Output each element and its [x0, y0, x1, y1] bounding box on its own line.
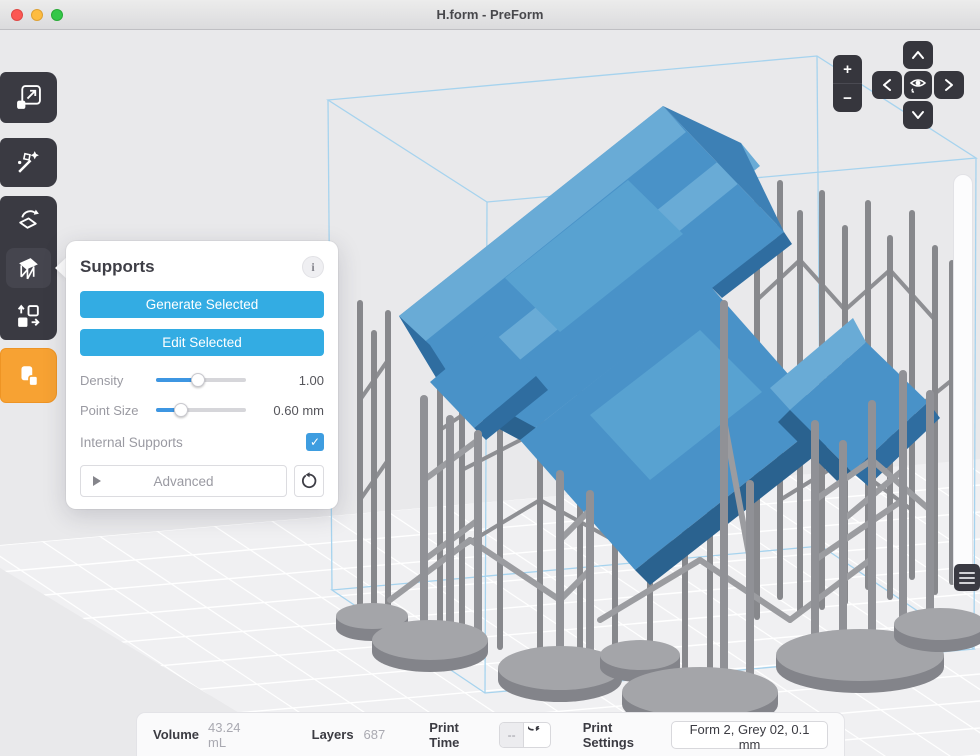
chevron-right-icon [944, 78, 954, 92]
zoom-control: + − [833, 55, 862, 112]
density-slider[interactable] [156, 373, 246, 387]
eye-orbit-icon [908, 76, 928, 94]
print-button[interactable] [0, 348, 57, 403]
chevron-left-icon [882, 78, 892, 92]
point-size-slider-knob[interactable] [174, 403, 188, 417]
internal-supports-checkbox[interactable]: ✓ [306, 433, 324, 451]
density-value: 1.00 [246, 373, 324, 388]
layers-icon [959, 572, 975, 574]
pan-left-button[interactable] [872, 71, 902, 99]
chevron-down-icon [911, 110, 925, 120]
density-label: Density [80, 373, 154, 388]
supports-icon [15, 255, 42, 282]
zoom-in-button[interactable]: + [833, 55, 862, 84]
layer-view-button[interactable] [954, 564, 980, 591]
scale-icon [15, 84, 42, 111]
titlebar: H.form - PreForm [0, 0, 980, 30]
pan-up-button[interactable] [903, 41, 933, 69]
density-slider-knob[interactable] [191, 373, 205, 387]
print-settings-label: Print Settings [583, 720, 660, 750]
rotate-icon [15, 207, 42, 234]
layers-value: 687 [364, 727, 386, 742]
layout-button[interactable] [0, 292, 57, 340]
panel-title: Supports [80, 257, 155, 277]
supports-panel: Supports i Generate Selected Edit Select… [66, 241, 338, 509]
supports-button[interactable] [0, 244, 57, 292]
generate-selected-button[interactable]: Generate Selected [80, 291, 324, 318]
print-time-value: -- [500, 723, 524, 747]
size-scale-button[interactable] [0, 72, 57, 123]
print-time-label: Print Time [429, 720, 487, 750]
tool-group [0, 196, 57, 340]
advanced-button[interactable]: Advanced [80, 465, 287, 497]
volume-value: 43.24 mL [208, 720, 258, 750]
edit-selected-button[interactable]: Edit Selected [80, 329, 324, 356]
info-icon[interactable]: i [302, 256, 324, 278]
reset-undo-icon [300, 472, 318, 490]
status-bar: Volume 43.24 mL Layers 687 Print Time --… [136, 712, 845, 756]
orient-button[interactable] [0, 196, 57, 244]
density-row: Density 1.00 [80, 370, 324, 390]
pan-down-button[interactable] [903, 101, 933, 129]
point-size-slider[interactable] [156, 403, 246, 417]
volume-label: Volume [153, 727, 199, 742]
refresh-icon [528, 726, 545, 743]
point-size-row: Point Size 0.60 mm [80, 400, 324, 420]
pan-right-button[interactable] [934, 71, 964, 99]
zoom-out-button[interactable]: − [833, 84, 862, 112]
one-click-print-button[interactable] [0, 138, 57, 187]
layout-icon [15, 303, 42, 330]
refresh-button[interactable] [524, 723, 550, 747]
chevron-up-icon [911, 50, 925, 60]
internal-supports-label: Internal Supports [80, 435, 183, 450]
point-size-value: 0.60 mm [246, 403, 324, 418]
viewport-3d[interactable]: Supports i Generate Selected Edit Select… [0, 30, 980, 756]
point-size-label: Point Size [80, 403, 154, 418]
advanced-label: Advanced [81, 474, 286, 489]
printer-cartridge-icon [15, 362, 43, 390]
layer-slider[interactable] [953, 174, 973, 592]
print-time-control: -- [499, 722, 550, 748]
window-title: H.form - PreForm [0, 0, 980, 30]
layers-label: Layers [312, 727, 354, 742]
print-settings-button[interactable]: Form 2, Grey 02, 0.1 mm [671, 721, 828, 749]
magic-wand-icon [15, 149, 42, 176]
reset-button[interactable] [294, 465, 324, 497]
view-home-button[interactable] [904, 71, 932, 99]
